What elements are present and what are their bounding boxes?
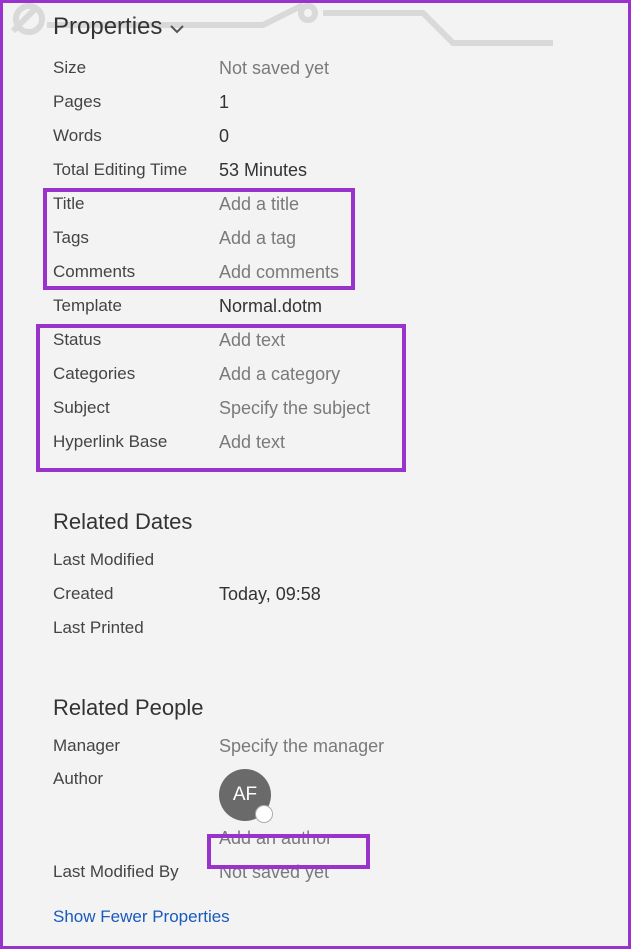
editing-time-label: Total Editing Time <box>53 160 219 180</box>
created-value: Today, 09:58 <box>219 584 321 605</box>
size-value: Not saved yet <box>219 58 329 79</box>
show-fewer-properties-link[interactable]: Show Fewer Properties <box>53 907 628 927</box>
pages-value: 1 <box>219 92 229 113</box>
manager-field[interactable]: Specify the manager <box>219 736 384 757</box>
words-label: Words <box>53 126 219 146</box>
manager-label: Manager <box>53 736 219 756</box>
last-modified-label: Last Modified <box>53 550 219 570</box>
comments-label: Comments <box>53 262 219 282</box>
comments-field[interactable]: Add comments <box>219 262 339 283</box>
title-label: Title <box>53 194 219 214</box>
status-field[interactable]: Add text <box>219 330 285 351</box>
size-label: Size <box>53 58 219 78</box>
tags-label: Tags <box>53 228 219 248</box>
hyperlink-base-label: Hyperlink Base <box>53 432 219 452</box>
properties-heading[interactable]: Properties <box>53 13 162 41</box>
related-dates-heading: Related Dates <box>53 509 628 535</box>
title-field[interactable]: Add a title <box>219 194 299 215</box>
related-people-heading: Related People <box>53 695 628 721</box>
last-printed-label: Last Printed <box>53 618 219 638</box>
tags-field[interactable]: Add a tag <box>219 228 296 249</box>
status-label: Status <box>53 330 219 350</box>
template-label: Template <box>53 296 219 316</box>
author-label: Author <box>53 769 219 789</box>
hyperlink-base-field[interactable]: Add text <box>219 432 285 453</box>
categories-field[interactable]: Add a category <box>219 364 340 385</box>
last-modified-by-value: Not saved yet <box>219 862 329 883</box>
categories-label: Categories <box>53 364 219 384</box>
author-initials: AF <box>233 784 257 806</box>
subject-label: Subject <box>53 398 219 418</box>
words-value: 0 <box>219 126 229 147</box>
add-author-field[interactable]: Add an author <box>219 828 332 849</box>
chevron-down-icon[interactable] <box>170 19 184 39</box>
author-avatar[interactable]: AF <box>219 769 271 821</box>
pages-label: Pages <box>53 92 219 112</box>
created-label: Created <box>53 584 219 604</box>
subject-field[interactable]: Specify the subject <box>219 398 370 419</box>
template-value: Normal.dotm <box>219 296 322 317</box>
last-modified-by-label: Last Modified By <box>53 862 219 882</box>
editing-time-value: 53 Minutes <box>219 160 307 181</box>
presence-badge-icon <box>255 805 273 823</box>
